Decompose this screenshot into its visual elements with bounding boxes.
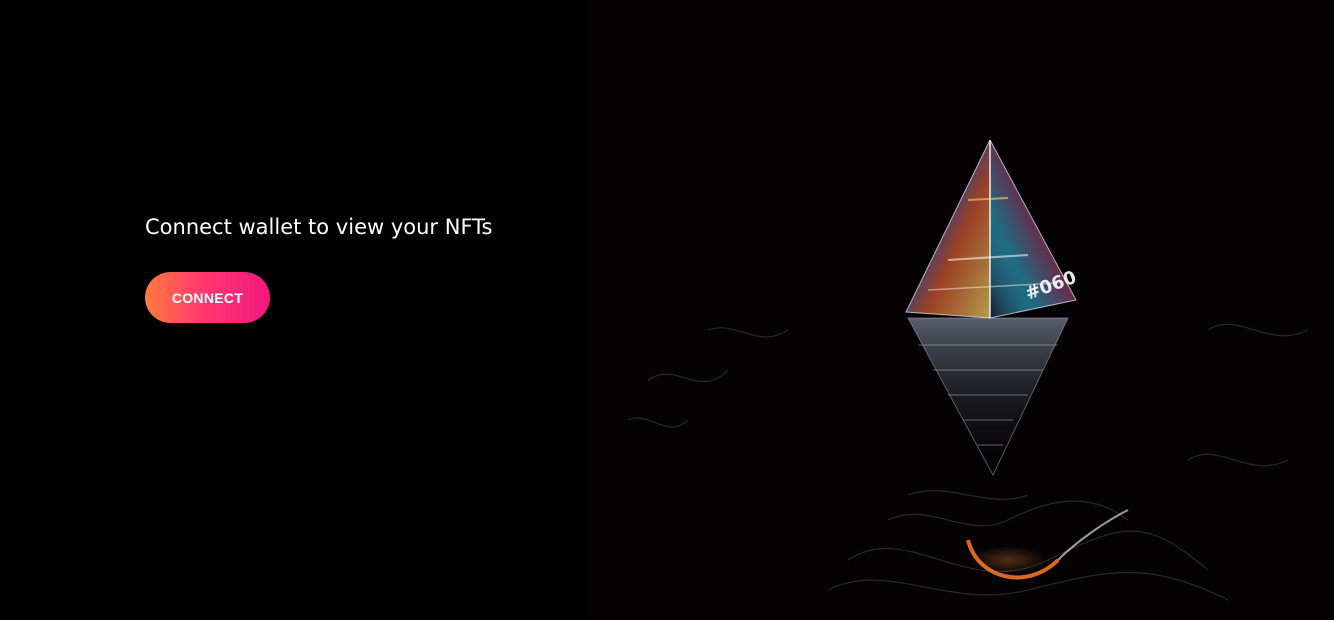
crystal-pyramid-icon: #060 bbox=[627, 139, 1309, 601]
page: Connect wallet to view your NFTs CONNECT bbox=[0, 0, 1334, 620]
hero-artwork: #060 bbox=[588, 0, 1334, 620]
connect-panel: Connect wallet to view your NFTs CONNECT bbox=[0, 0, 588, 620]
connect-button[interactable]: CONNECT bbox=[145, 272, 270, 323]
page-title: Connect wallet to view your NFTs bbox=[145, 215, 493, 239]
